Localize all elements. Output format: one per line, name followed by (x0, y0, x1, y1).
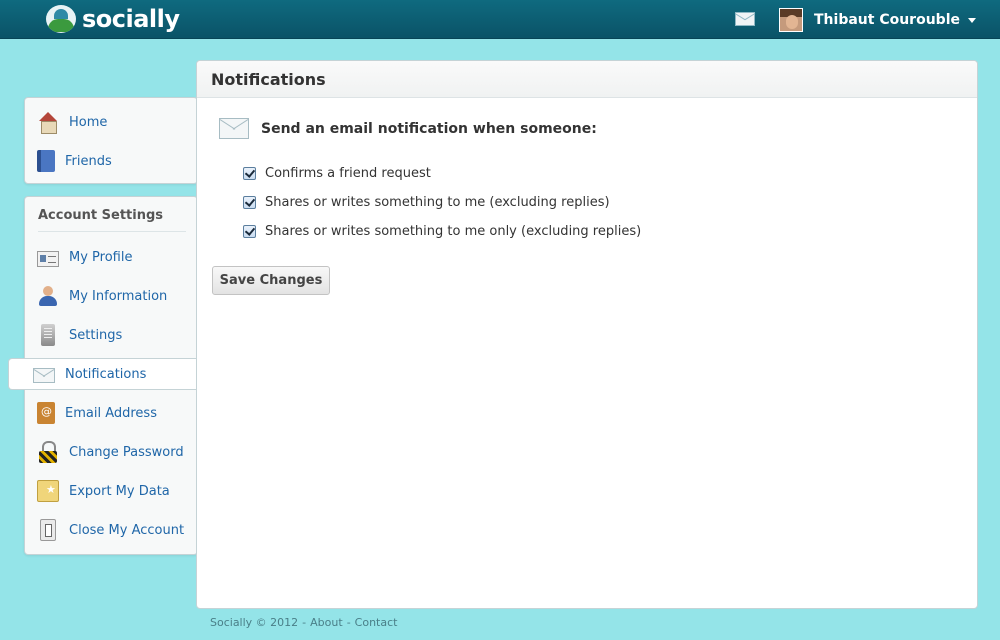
nav-item-home[interactable]: Home (37, 107, 107, 137)
footer-separator: - (302, 616, 307, 629)
nav-item-label: Export My Data (69, 483, 170, 499)
nav-item-label: Change Password (69, 444, 184, 460)
notifications-panel: Notifications Send an email notification… (196, 60, 978, 609)
house-icon (37, 111, 59, 134)
option-label: Shares or writes something to me (exclud… (265, 195, 610, 210)
at-book-icon (37, 402, 55, 424)
nav-item-label: My Profile (69, 249, 133, 265)
nav-item-close-my-account[interactable]: Close My Account (37, 515, 184, 545)
nav-item-notifications[interactable]: Notifications (8, 358, 198, 390)
chevron-down-icon (967, 17, 976, 23)
contact-link[interactable]: Contact (355, 616, 398, 629)
nav-item-label: Email Address (65, 405, 157, 421)
divider (38, 231, 186, 232)
logo-text: socially (82, 5, 180, 33)
nav-item-label: Friends (65, 153, 112, 169)
logo[interactable]: socially (46, 4, 180, 34)
option-shares-or-writes-only[interactable]: Shares or writes something to me only (e… (243, 224, 641, 239)
footer: Socially © 2012 - About - Contact (210, 616, 397, 629)
nav-item-my-profile[interactable]: My Profile (37, 242, 132, 272)
notification-heading: Send an email notification when someone: (261, 120, 597, 137)
door-icon (40, 519, 56, 541)
save-changes-button[interactable]: Save Changes (212, 266, 330, 295)
nav-item-my-information[interactable]: My Information (37, 281, 167, 311)
notification-heading-row: Send an email notification when someone: (219, 118, 597, 139)
checkbox-checked[interactable] (243, 196, 256, 209)
nav-item-label: Close My Account (69, 522, 185, 538)
export-icon (37, 480, 59, 502)
user-icon (37, 285, 59, 307)
account-settings-nav: Account Settings My Profile My Informati… (8, 196, 198, 555)
nav-item-change-password[interactable]: Change Password (37, 437, 184, 467)
envelope-icon (33, 368, 55, 383)
nav-item-label: Settings (69, 327, 123, 343)
primary-nav: Home Friends (24, 97, 198, 184)
nav-item-label: My Information (69, 288, 168, 304)
id-card-icon (37, 250, 59, 267)
checkbox-checked[interactable] (243, 167, 256, 180)
option-shares-or-writes[interactable]: Shares or writes something to me (exclud… (243, 195, 610, 210)
top-bar: socially Thibaut Courouble (0, 0, 1000, 39)
nav-item-email-address[interactable]: Email Address (37, 398, 157, 428)
checkbox-checked[interactable] (243, 225, 256, 238)
option-label: Confirms a friend request (265, 166, 431, 181)
logo-icon (46, 5, 76, 33)
nav-item-label: Notifications (65, 366, 147, 382)
about-link[interactable]: About (310, 616, 343, 629)
option-confirms-friend-request[interactable]: Confirms a friend request (243, 166, 431, 181)
padlock-icon (37, 441, 59, 463)
nav-item-label: Home (69, 114, 108, 130)
settings-icon (41, 324, 55, 346)
nav-item-friends[interactable]: Friends (37, 146, 112, 176)
user-name: Thibaut Courouble (814, 12, 960, 28)
page-title: Notifications (211, 69, 326, 89)
envelope-icon (219, 118, 249, 139)
option-label: Shares or writes something to me only (e… (265, 224, 642, 239)
panel-header: Notifications (197, 61, 977, 98)
messages-envelope-icon[interactable] (735, 12, 755, 26)
nav-item-settings[interactable]: Settings (37, 320, 122, 350)
copyright: Socially © 2012 (210, 616, 299, 629)
section-title: Account Settings (38, 208, 164, 223)
avatar (779, 8, 803, 32)
footer-separator: - (346, 616, 351, 629)
user-menu[interactable]: Thibaut Courouble (779, 8, 976, 32)
nav-item-export-my-data[interactable]: Export My Data (37, 476, 170, 506)
address-book-icon (37, 150, 55, 172)
